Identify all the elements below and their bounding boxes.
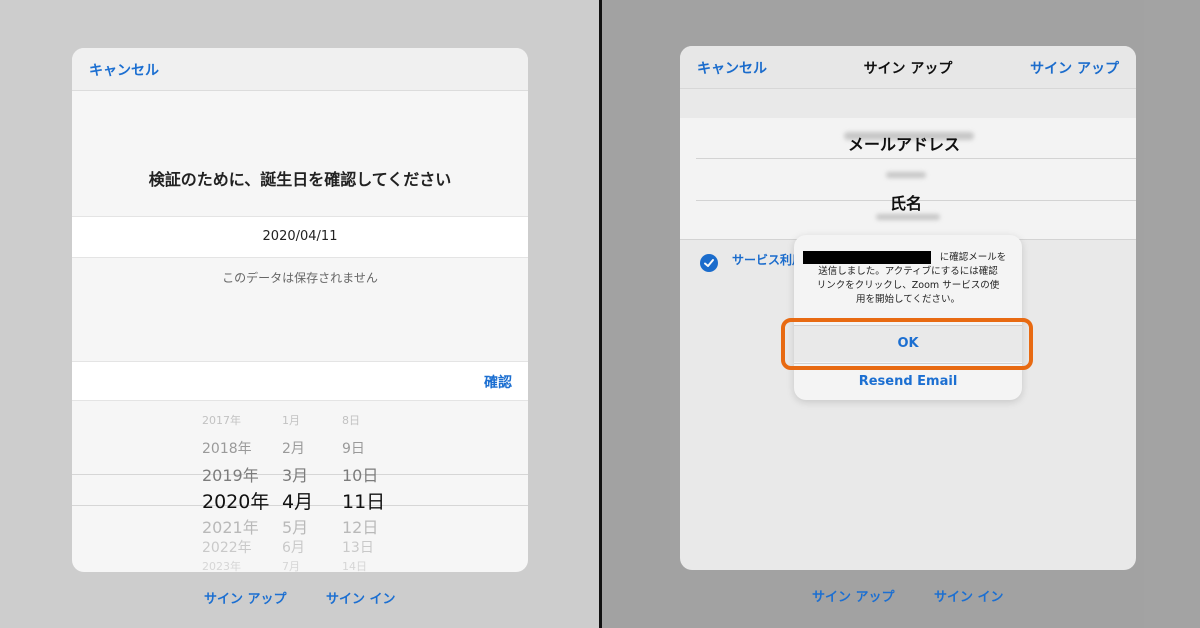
privacy-note: このデータは保存されません — [222, 271, 378, 285]
birthday-value: 2020/04/11 — [262, 229, 338, 244]
alert-message-line4: 用を開始してください。 — [856, 294, 960, 305]
picker-day-item[interactable]: 12日 — [342, 514, 378, 538]
birthday-sheet: キャンセル 検証のために、誕生日を確認してください 2020/04/11 このデ… — [72, 48, 528, 572]
picker-day-item[interactable]: 13日 — [342, 537, 374, 557]
picker-year-item[interactable]: 2023年 — [202, 558, 241, 572]
sign-in-link[interactable]: サイン イン — [934, 586, 1004, 605]
picker-month-item[interactable]: 4月 — [282, 487, 313, 514]
confirm-button[interactable]: 確認 — [484, 372, 512, 392]
picker-year-item[interactable]: 2020年 — [202, 487, 269, 514]
screen: キャンセル 検証のために、誕生日を確認してください 2020/04/11 このデ… — [0, 0, 1200, 628]
picker-year-item[interactable]: 2018年 — [202, 438, 252, 458]
picker-month-item[interactable]: 1月 — [282, 412, 300, 428]
alert-message: に確認メールを 送信しました。アクティブにするには確認 リンクをクリックし、Zo… — [803, 251, 1013, 307]
picker-month-item[interactable]: 2月 — [282, 438, 305, 458]
right-panel: キャンセル サイン アップ サイン アップ メールアドレス 氏名 サービス利用 — [602, 0, 1200, 628]
alert-message-line3: リンクをクリックし、Zoom サービスの使 — [816, 280, 1000, 291]
picker-day-item[interactable]: 14日 — [342, 558, 367, 572]
sign-in-link[interactable]: サイン イン — [326, 588, 396, 607]
picker-month-item[interactable]: 7月 — [282, 558, 300, 572]
sign-up-link[interactable]: サイン アップ — [204, 588, 287, 607]
cancel-button[interactable]: キャンセル — [89, 60, 159, 80]
left-panel: キャンセル 検証のために、誕生日を確認してください 2020/04/11 このデ… — [0, 0, 599, 628]
alert-message-line1: に確認メールを — [939, 252, 1007, 263]
picker-year-item[interactable]: 2021年 — [202, 514, 259, 538]
date-picker[interactable]: 2017年 2018年 2019年 2020年 2021年 2022年 2023年 1月 2月… — [72, 408, 528, 572]
confirm-bar: 確認 — [72, 361, 528, 401]
alert-message-line2: 送信しました。アクティブにするには確認 — [818, 266, 998, 277]
picker-day-item[interactable]: 8日 — [342, 412, 360, 428]
picker-day-item[interactable]: 11日 — [342, 487, 385, 514]
sign-up-link[interactable]: サイン アップ — [812, 586, 895, 605]
birthday-field[interactable]: 2020/04/11 — [72, 216, 528, 258]
picker-month-item[interactable]: 3月 — [282, 462, 308, 486]
picker-day-item[interactable]: 10日 — [342, 462, 378, 486]
picker-year-item[interactable]: 2022年 — [202, 537, 252, 557]
picker-year-item[interactable]: 2019年 — [202, 462, 259, 486]
picker-year-item[interactable]: 2017年 — [202, 412, 241, 428]
picker-day-item[interactable]: 9日 — [342, 438, 365, 458]
nav-bar: キャンセル — [72, 48, 528, 91]
ok-highlight-outline — [781, 318, 1033, 370]
picker-month-item[interactable]: 5月 — [282, 514, 308, 538]
picker-month-item[interactable]: 6月 — [282, 537, 305, 557]
page-title: 検証のために、誕生日を確認してください — [148, 170, 452, 189]
